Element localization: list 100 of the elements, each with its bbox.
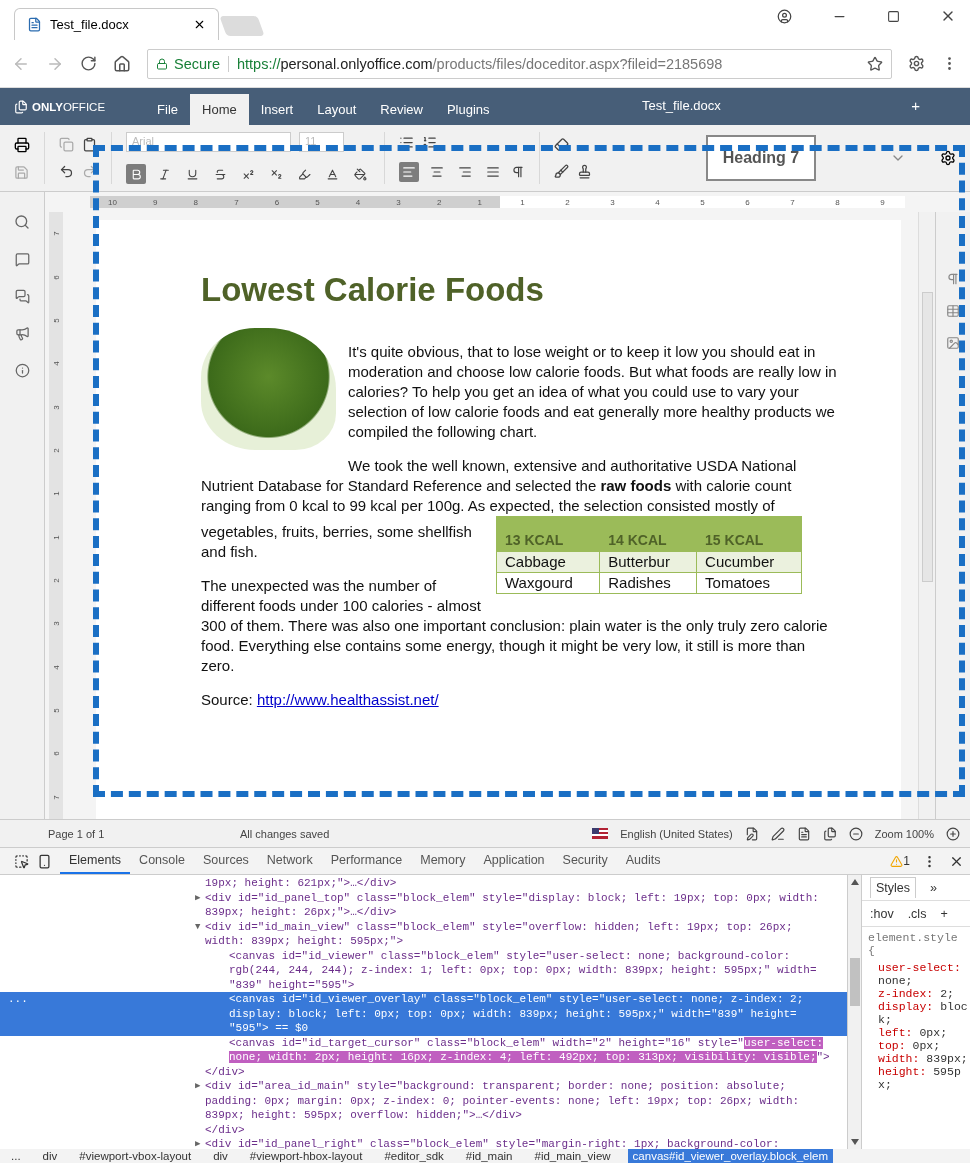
fit-page-icon[interactable] [796, 826, 811, 841]
menu-tab[interactable]: Layout [305, 94, 369, 125]
breadcrumb[interactable]: div [208, 1149, 233, 1163]
extension-icon[interactable] [908, 55, 925, 72]
css-property: z-index: 2; [877, 987, 955, 1000]
source-link[interactable]: http://www.healthassist.net/ [256, 691, 439, 708]
code-line: <div id="id_main_view" class="block_elem" style="overflow: hidden; left: 19px; top: 26px; [205, 920, 793, 933]
gutter-dots: ... [8, 992, 28, 1007]
code-line: 839px; height: 26px;">…</div> [205, 906, 397, 918]
code-line: 839px; height: 595px; overflow: hidden;">…</div> [205, 1109, 522, 1121]
more-tabs-button[interactable]: » [930, 880, 937, 895]
table-header-cell: 14 KCAL [599, 516, 697, 552]
code-line: "839" height="595"> [229, 978, 355, 991]
devtools-tab[interactable]: Sources [194, 848, 258, 874]
spellcheck-icon[interactable] [744, 826, 759, 841]
hov-toggle[interactable]: :hov [870, 906, 894, 921]
undo-icon[interactable] [59, 164, 74, 179]
fit-width-icon[interactable] [822, 826, 837, 841]
devtools-tab[interactable]: Performance [321, 848, 412, 874]
comment-icon[interactable] [14, 252, 30, 267]
scrollbar-thumb[interactable] [849, 958, 860, 1006]
chat-icon[interactable] [14, 289, 30, 304]
device-icon[interactable] [37, 853, 52, 869]
language-selector[interactable]: English (United States) [620, 827, 733, 840]
scroll-down-icon[interactable] [850, 1139, 859, 1145]
info-icon[interactable] [14, 363, 30, 378]
pilcrow-icon[interactable] [511, 164, 525, 179]
styles-tab[interactable]: Styles [870, 877, 917, 898]
zoom-out-icon[interactable] [848, 826, 863, 841]
menu-tab[interactable]: File [145, 94, 190, 125]
pilcrow-icon[interactable] [946, 272, 960, 286]
address-field[interactable]: Secure https://personal.onlyoffice.com/products/files/doceditor.aspx?fileid=2185698 [147, 48, 892, 79]
cls-toggle[interactable]: .cls [907, 906, 927, 921]
underline-icon [185, 167, 199, 181]
code-line: <div id="id_panel_right" class="block_elem" style="margin-right: 1px; background-color: [205, 1138, 780, 1149]
inspect-icon[interactable] [14, 853, 29, 869]
expand-toggle[interactable]: ▶ [195, 1137, 201, 1149]
menu-tab[interactable]: Insert [248, 94, 306, 125]
stamp-icon[interactable] [577, 164, 592, 179]
logo: ONLYOFFICE [14, 88, 106, 125]
code-line: <canvas id="id_viewer_overlay" class="block_elem" style="user-select: none; z-index: 2; [229, 993, 804, 1005]
devtools-tab[interactable]: Console [130, 848, 194, 874]
css-property: height: 595px; [877, 1065, 962, 1091]
breadcrumb[interactable]: #id_main [460, 1149, 518, 1163]
print-icon[interactable] [14, 136, 30, 153]
search-icon[interactable] [14, 214, 30, 230]
expand-toggle[interactable]: ▼ [195, 919, 201, 934]
add-button[interactable]: + [911, 97, 920, 114]
reload-icon[interactable] [80, 55, 97, 72]
paste-icon[interactable] [82, 137, 97, 152]
table-icon[interactable] [946, 304, 960, 318]
paragraph: The unexpected was the number of different foods under 100 calories - almost [201, 576, 482, 616]
warning-icon [890, 854, 904, 868]
brush-icon[interactable] [554, 164, 569, 179]
profile-icon[interactable] [777, 8, 792, 24]
zoom-level: Zoom 100% [874, 827, 934, 840]
subscript-icon [269, 167, 283, 181]
image-icon[interactable] [946, 336, 960, 350]
expand-toggle[interactable]: ▶ [195, 890, 201, 905]
bullet-list-icon[interactable] [399, 134, 414, 150]
megaphone-icon[interactable] [14, 326, 30, 341]
devtools-tab[interactable]: Security [553, 848, 617, 874]
css-selector: element.style { [867, 930, 959, 959]
breadcrumb[interactable]: div [37, 1149, 63, 1163]
devtools-tab[interactable]: Audits [616, 848, 670, 874]
devtools-tab[interactable]: Elements [60, 848, 131, 874]
expand-toggle[interactable]: ▶ [195, 1079, 201, 1094]
bold-button[interactable] [126, 164, 146, 184]
track-changes-icon[interactable] [770, 826, 785, 841]
zoom-in-icon[interactable] [946, 826, 960, 841]
devtools-tab[interactable]: Application [474, 848, 554, 874]
breadcrumb[interactable]: #viewport-hbox-layout [244, 1149, 368, 1163]
breadcrumb[interactable]: #id_main_view [529, 1149, 616, 1163]
add-rule-button[interactable]: + [940, 906, 948, 921]
code-line: </div> [205, 1065, 245, 1078]
menu-tab[interactable]: Review [368, 94, 435, 125]
close-icon[interactable] [193, 18, 206, 31]
maximize-icon[interactable] [887, 9, 900, 23]
settings-icon[interactable] [940, 150, 956, 166]
scrollbar-thumb[interactable] [921, 292, 933, 582]
home-icon[interactable] [113, 54, 131, 73]
breadcrumb[interactable]: #viewport-vbox-layout [74, 1149, 197, 1163]
menu-tab[interactable]: Home [190, 94, 249, 125]
numbered-list-icon[interactable] [422, 134, 437, 150]
code-line: "595"> == $0 [229, 1022, 309, 1034]
align-center-icon [430, 164, 444, 179]
bookmark-star-icon[interactable] [867, 55, 883, 72]
devtools-tab[interactable]: Network [257, 848, 322, 874]
align-right-icon [458, 164, 472, 179]
scroll-up-icon[interactable] [850, 879, 859, 885]
code-line: <div id="area_id_main" style="background: transparent; border: none; position: absolute; [205, 1080, 786, 1092]
breadcrumb[interactable]: canvas#id_viewer_overlay.block_elem [627, 1149, 833, 1163]
align-left-button[interactable] [399, 161, 419, 182]
eraser-icon[interactable] [554, 137, 569, 152]
menu-tab[interactable]: Plugins [434, 94, 502, 125]
breadcrumb[interactable]: #editor_sdk [379, 1149, 449, 1163]
browser-tab[interactable]: Test_file.docx [14, 8, 219, 40]
devtools-tab[interactable]: Memory [411, 848, 475, 874]
breadcrumb[interactable]: ... [6, 1149, 26, 1163]
style-preview[interactable]: Heading 7 [706, 135, 816, 181]
